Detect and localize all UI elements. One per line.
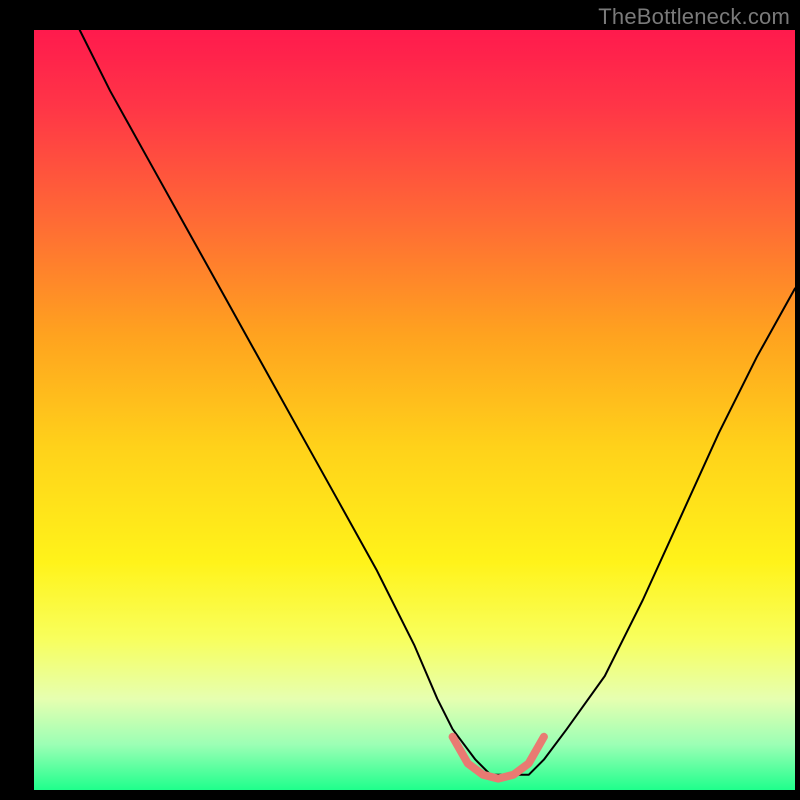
- chart-frame: TheBottleneck.com: [0, 0, 800, 800]
- watermark-label: TheBottleneck.com: [598, 4, 790, 30]
- gradient-background: [34, 30, 795, 790]
- bottleneck-chart: [0, 0, 800, 800]
